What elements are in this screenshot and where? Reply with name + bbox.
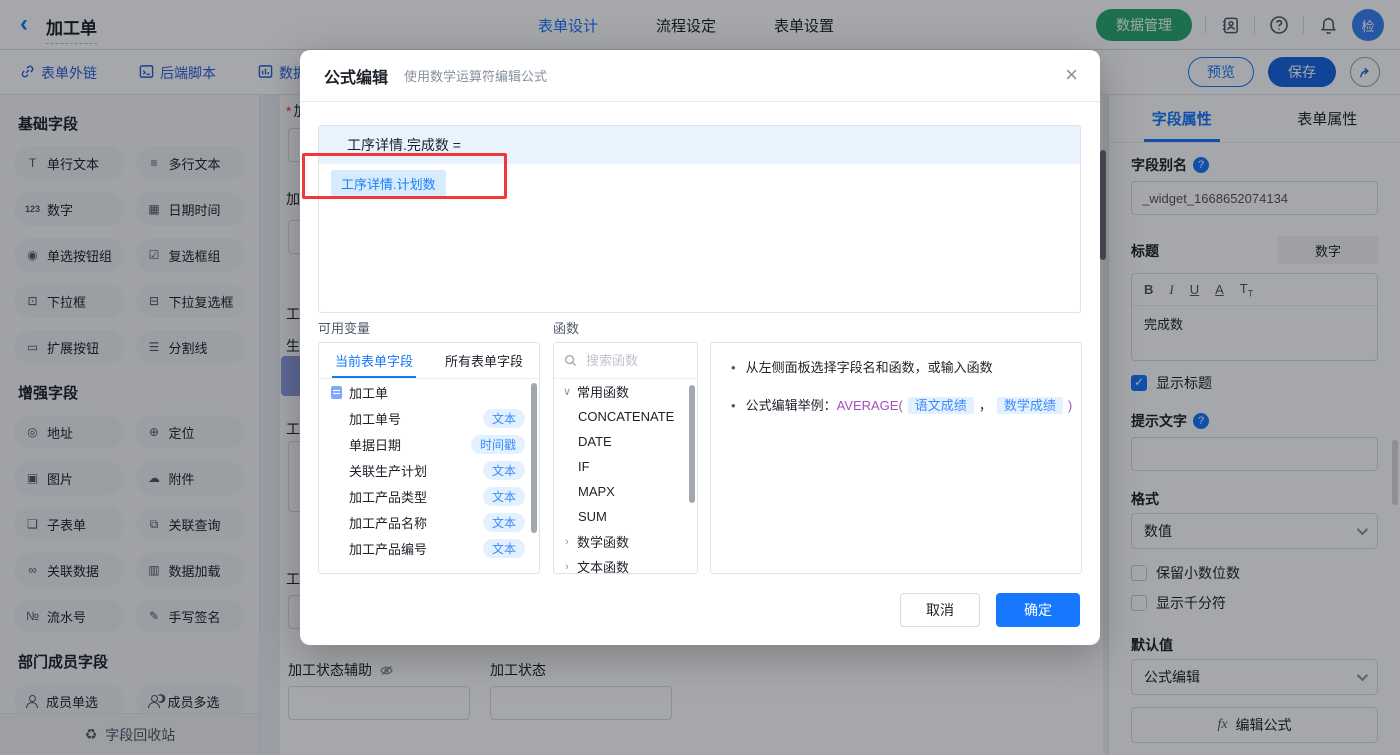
- help-line-2: • 公式编辑举例：AVERAGE(语文成绩，数学成绩): [731, 397, 1073, 414]
- variable-row[interactable]: 关联生产计划 文本: [319, 457, 539, 483]
- type-badge: 文本: [482, 408, 525, 428]
- function-item[interactable]: CONCATENATE: [554, 404, 697, 429]
- formula-target: 工序详情.完成数 =: [319, 126, 1080, 164]
- type-badge: 文本: [482, 460, 525, 480]
- function-name-example: AVERAGE(: [836, 398, 903, 413]
- functions-label: 函数: [553, 321, 580, 336]
- variables-tabs: 当前表单字段 所有表单字段: [319, 343, 539, 379]
- function-group-common[interactable]: ∨ 常用函数: [554, 379, 697, 404]
- modal-subtitle: 使用数学运算符编辑公式: [404, 69, 548, 84]
- caret-down-icon: ∨: [562, 386, 572, 398]
- form-designer-app: ‹ 加工单 表单设计 流程设定 表单设置 数据管理 检 表单外链 后端脚本 预览…: [0, 0, 1400, 755]
- tab-current-form-fields[interactable]: 当前表单字段: [319, 343, 429, 378]
- modal-title: 公式编辑: [324, 69, 389, 87]
- variable-row[interactable]: 加工产品类型 文本: [319, 483, 539, 509]
- example-chip: 语文成绩: [907, 397, 974, 414]
- modal-footer: 取消 确定: [900, 593, 1080, 627]
- form-doc-icon: [331, 385, 342, 399]
- example-chip: 数学成绩: [996, 397, 1063, 414]
- type-badge: 文本: [482, 486, 525, 506]
- search-icon: [564, 354, 577, 367]
- function-search-input[interactable]: [584, 352, 674, 369]
- function-group-text[interactable]: › 文本函数: [554, 554, 697, 573]
- formula-help-panel: • 从左侧面板选择字段名和函数，或输入函数 • 公式编辑举例：AVERAGE(语…: [710, 342, 1082, 574]
- formula-editor[interactable]: 工序详情.完成数 = 工序详情.计划数: [318, 125, 1081, 313]
- variables-panel: 当前表单字段 所有表单字段 加工单 加工单号 文本 单据日期 时间戳 关联生产计划文…: [318, 342, 540, 574]
- confirm-button[interactable]: 确定: [996, 593, 1080, 627]
- formula-chip[interactable]: 工序详情.计划数: [331, 170, 446, 197]
- variable-row[interactable]: 加工产品编号 文本: [319, 535, 539, 561]
- caret-right-icon: ›: [565, 535, 569, 548]
- type-badge: 文本: [482, 538, 525, 558]
- type-badge: 文本: [482, 512, 525, 532]
- type-badge: 时间戳: [470, 434, 525, 454]
- tab-all-form-fields[interactable]: 所有表单字段: [429, 343, 539, 378]
- variable-row[interactable]: 加工单号 文本: [319, 405, 539, 431]
- formula-body[interactable]: 工序详情.计划数: [319, 164, 1080, 203]
- function-item[interactable]: MAPX: [554, 479, 697, 504]
- function-item[interactable]: IF: [554, 454, 697, 479]
- variables-form-node[interactable]: 加工单: [319, 379, 539, 405]
- functions-panel: ∨常用函数 CONCATENATE DATE IF MAPX SUM ›数学函数…: [553, 342, 698, 574]
- variable-row[interactable]: 加工产品名称 文本: [319, 509, 539, 535]
- functions-scrollbar[interactable]: [689, 385, 695, 503]
- close-icon[interactable]: ×: [1065, 64, 1078, 86]
- cancel-button[interactable]: 取消: [900, 593, 980, 627]
- variable-row[interactable]: 单据日期 时间戳: [319, 431, 539, 457]
- function-group-math[interactable]: › 数学函数: [554, 529, 697, 554]
- formula-edit-modal: 公式编辑 使用数学运算符编辑公式 × 工序详情.完成数 = 工序详情.计划数 可…: [300, 50, 1100, 645]
- variables-label: 可用变量: [318, 321, 371, 336]
- modal-header: 公式编辑 使用数学运算符编辑公式: [300, 50, 1100, 102]
- function-item[interactable]: SUM: [554, 504, 697, 529]
- function-item[interactable]: DATE: [554, 429, 697, 454]
- variables-scrollbar[interactable]: [531, 383, 537, 533]
- help-line-1: • 从左侧面板选择字段名和函数，或输入函数: [731, 360, 993, 375]
- function-search: [554, 343, 697, 379]
- caret-right-icon: ›: [565, 560, 569, 573]
